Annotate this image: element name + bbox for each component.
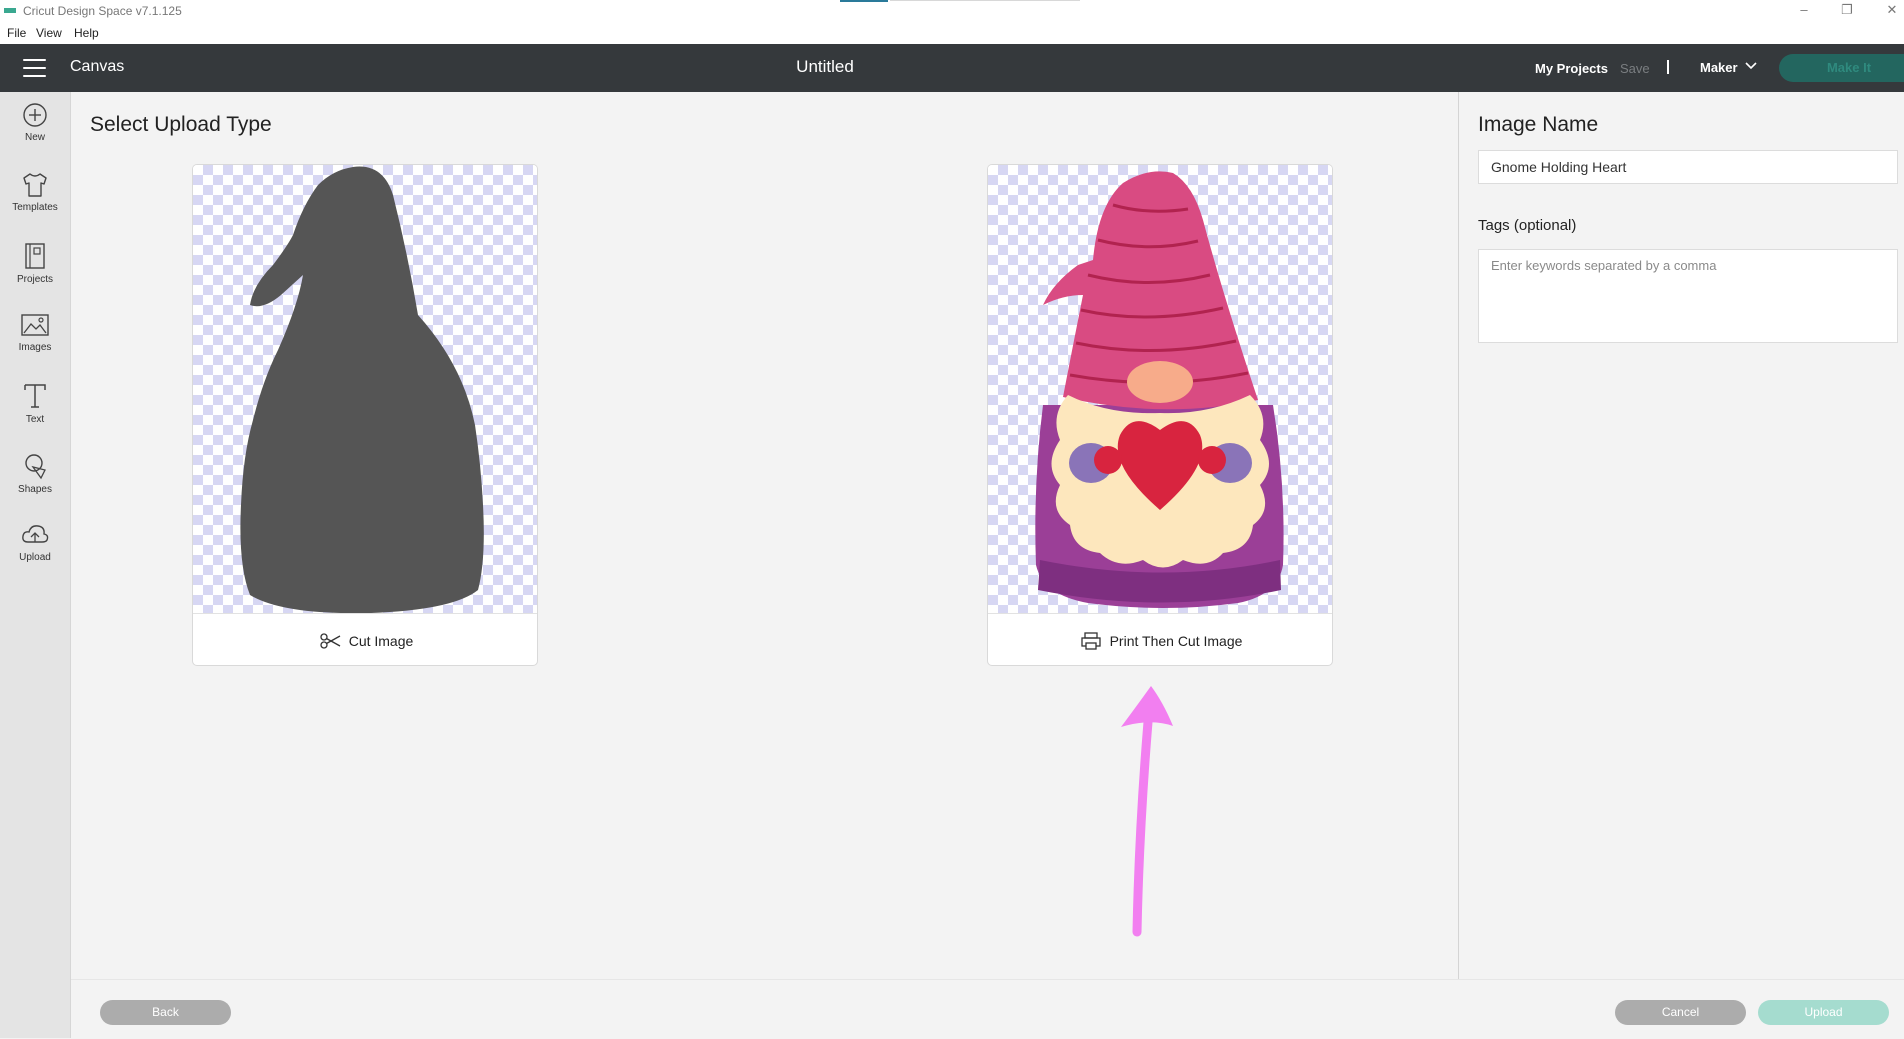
cut-image-footer: Cut Image <box>193 613 537 665</box>
my-projects-link[interactable]: My Projects <box>1535 61 1608 76</box>
document-title: Untitled <box>796 57 854 76</box>
sidebar-item-text[interactable]: Text <box>0 382 70 442</box>
upload-button[interactable]: Upload <box>1758 1000 1889 1025</box>
cloud-upload-icon <box>22 525 49 543</box>
cut-image-card[interactable]: Cut Image <box>192 164 538 666</box>
sidebar-item-new[interactable]: New <box>0 102 70 162</box>
tags-field[interactable] <box>1478 249 1898 343</box>
image-name-label: Image Name <box>1478 113 1599 136</box>
gnome-color-image <box>1035 171 1284 608</box>
image-icon <box>21 314 49 336</box>
projects-book-icon <box>25 243 45 269</box>
image-details-panel: Image Name Tags (optional) <box>1459 92 1904 979</box>
print-then-cut-preview <box>988 165 1332 613</box>
sidebar-item-label: New <box>24 132 45 143</box>
machine-select[interactable]: Maker <box>1700 60 1738 75</box>
app-header: Canvas Untitled My Projects Save Maker M… <box>0 44 1904 92</box>
annotation-arrow-icon <box>1121 686 1173 937</box>
upload-type-area: Select Upload Type Cut Image Print Then … <box>71 92 1458 979</box>
save-button[interactable]: Save <box>1620 61 1650 76</box>
window-title: Cricut Design Space v7.1.125 <box>23 4 182 18</box>
sidebar-item-shapes[interactable]: Shapes <box>0 452 70 512</box>
cancel-button[interactable]: Cancel <box>1615 1000 1746 1025</box>
sidebar-item-label: Text <box>25 414 45 425</box>
sidebar-item-projects[interactable]: Projects <box>0 242 70 302</box>
left-toolbar: New Templates Projects Images Text Shape… <box>0 92 71 1038</box>
sidebar-item-label: Templates <box>12 202 58 213</box>
sidebar-item-label: Images <box>18 342 52 353</box>
plus-circle-icon <box>23 103 47 127</box>
scissors-icon <box>320 633 341 649</box>
cut-image-label: Cut Image <box>348 633 414 649</box>
gnome-silhouette-image <box>240 166 484 614</box>
page-title: Select Upload Type <box>90 113 272 136</box>
title-tab-track <box>890 0 1080 1</box>
menu-view[interactable]: View <box>36 26 62 40</box>
print-then-cut-label: Print Then Cut Image <box>1109 633 1243 649</box>
printer-icon <box>1080 632 1101 650</box>
sidebar-item-label: Upload <box>19 552 51 563</box>
menu-help[interactable]: Help <box>74 26 99 40</box>
back-button[interactable]: Back <box>100 1000 231 1025</box>
footer-bar: Back Cancel Upload <box>71 979 1904 1039</box>
sidebar-item-label: Shapes <box>18 484 52 495</box>
sidebar-item-images[interactable]: Images <box>0 312 70 372</box>
tshirt-icon <box>23 173 47 197</box>
menu-file[interactable]: File <box>7 26 26 40</box>
sidebar-item-label: Projects <box>16 274 54 285</box>
close-icon[interactable]: ✕ <box>1880 2 1904 18</box>
sidebar-item-templates[interactable]: Templates <box>0 172 70 232</box>
minimize-icon[interactable]: – <box>1792 2 1816 17</box>
restore-icon[interactable]: ❐ <box>1835 2 1859 18</box>
cut-image-preview <box>193 165 537 614</box>
image-name-field[interactable] <box>1478 150 1898 184</box>
chevron-down-icon[interactable] <box>1743 58 1759 74</box>
print-then-cut-card[interactable]: Print Then Cut Image <box>987 164 1333 666</box>
title-tab-indicator <box>840 0 888 2</box>
make-it-button[interactable]: Make It <box>1779 54 1904 82</box>
app-logo-icon <box>4 8 16 13</box>
sidebar-item-upload[interactable]: Upload <box>0 522 70 582</box>
print-then-cut-footer: Print Then Cut Image <box>988 613 1332 665</box>
window-titlebar: Cricut Design Space v7.1.125 – ❐ ✕ <box>0 0 1904 23</box>
header-divider <box>1667 60 1669 74</box>
tags-label: Tags (optional) <box>1478 217 1577 234</box>
shapes-icon <box>25 454 46 480</box>
text-t-icon <box>24 384 46 408</box>
menu-bar: File View Help <box>0 23 1904 44</box>
